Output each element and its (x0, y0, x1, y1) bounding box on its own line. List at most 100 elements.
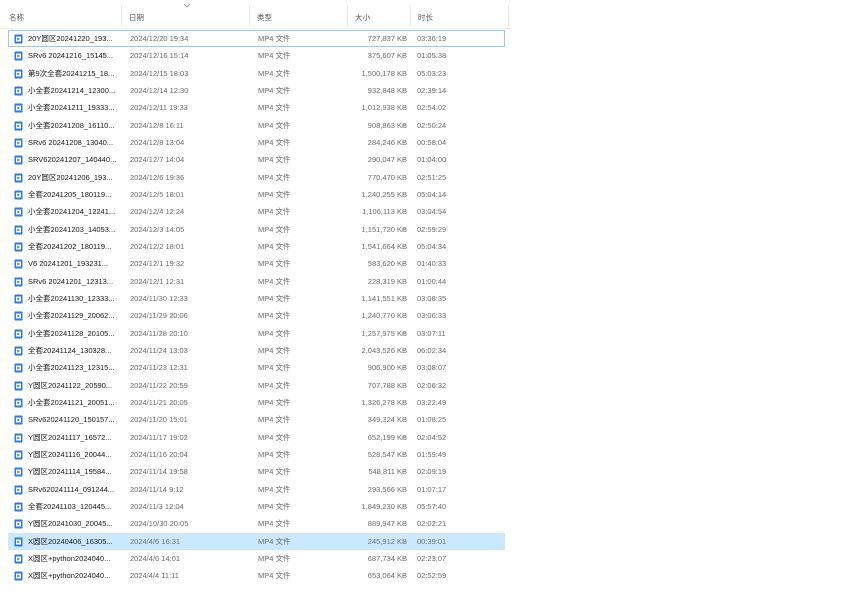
file-name: 小全套20241129_20062... (28, 311, 115, 321)
file-name: 20Y圆区20241220_193... (28, 34, 113, 43)
file-row[interactable]: 小全套20241204_12241... 2024/12/4 12:24 MP4 文… (8, 203, 505, 220)
file-duration: 02:23:07 (417, 553, 447, 563)
file-size: 1,240,770 KB (361, 311, 407, 321)
file-name: Y圆区20241117_16572... (28, 432, 112, 442)
file-row[interactable]: 小全套20241203_14053... 2024/12/3 14:05 MP4 文… (8, 221, 505, 238)
file-size: 770,470 KB (367, 172, 407, 182)
file-row[interactable]: 小全套20241211_19333... 2024/12/11 19:33 MP4 … (8, 99, 505, 116)
column-divider[interactable] (508, 5, 509, 26)
file-row[interactable]: 第9次全套20241215_18... 2024/12/15 18:03 MP4 文… (8, 65, 505, 82)
file-size: 1,240,255 KB (361, 189, 407, 199)
file-duration: 02:02:21 (417, 519, 447, 529)
file-duration: 05:04:34 (417, 241, 447, 251)
column-header-duration[interactable]: 时长 (418, 13, 433, 23)
video-file-icon (14, 207, 23, 217)
column-header-size[interactable]: 大小 (355, 13, 370, 23)
file-name: X圆区+python2024040... (28, 571, 111, 581)
file-row[interactable]: SRv6 20241216_15145... 2024/12/16 15:14 MP… (8, 47, 505, 64)
file-row[interactable]: 全套20241205_180119... 2024/12/5 18:01 MP4 文… (8, 186, 505, 203)
file-row[interactable]: X圆区20240406_16305... 2024/4/6 16:31 MP4 文件… (8, 532, 505, 550)
column-divider[interactable] (249, 5, 250, 26)
file-row[interactable]: SRV620241207_140440... 2024/12/7 14:04 MP4… (8, 151, 505, 168)
file-name: SRv620241114_091244... (28, 484, 115, 494)
file-row[interactable]: 小全套20241121_20051... 2024/11/21 20:05 MP4 … (8, 394, 505, 411)
video-file-icon (14, 155, 23, 165)
file-row[interactable]: 小全套20241130_12333... 2024/11/30 12:33 MP4 … (8, 290, 505, 307)
file-row[interactable]: Y圆区20241116_20044... 2024/11/16 20:04 MP4 … (8, 446, 505, 463)
file-date: 2024/11/21 20:05 (130, 397, 188, 407)
file-size: 228,319 KB (367, 276, 407, 286)
video-file-icon (14, 86, 23, 96)
column-divider[interactable] (121, 5, 122, 26)
file-date: 2024/12/6 19:36 (130, 172, 185, 182)
file-type: MP4 文件 (258, 189, 291, 199)
video-file-icon (14, 398, 23, 408)
video-file-icon (14, 433, 23, 443)
file-name: SRv6 20241216_15145... (28, 51, 114, 61)
file-date: 2024/11/17 19:02 (130, 432, 188, 442)
file-name: Y圆区20241114_19584... (28, 467, 112, 477)
file-row[interactable]: Y圆区20241117_16572... 2024/11/17 19:02 MP4 … (8, 429, 505, 446)
file-row[interactable]: 小全套20241128_20105... 2024/11/28 20:10 MP4 … (8, 325, 505, 342)
file-duration: 05:04:14 (417, 189, 447, 199)
file-row[interactable]: 20Y圆区20241220_193... 2024/12/20 19:34 MP4 … (8, 30, 505, 47)
video-file-icon (14, 519, 23, 529)
video-file-icon (14, 363, 23, 373)
file-name: X圆区20240406_16305... (28, 536, 113, 546)
file-size: 707,788 KB (367, 380, 407, 390)
file-date: 2024/11/30 12:33 (130, 293, 188, 303)
file-type: MP4 文件 (258, 155, 291, 165)
file-row[interactable]: Y圆区20241030_20045... 2024/10/30 20:05 MP4 … (8, 515, 505, 532)
file-name: SRv6 20241201_12313... (28, 276, 114, 286)
file-row[interactable]: SRv6 20241208_13040... 2024/12/8 13:04 MP4… (8, 134, 505, 151)
file-row[interactable]: SRv620241114_091244... 2024/11/14 9:12 MP4… (8, 481, 505, 498)
file-name: SRv620241120_150157... (28, 415, 115, 425)
column-divider[interactable] (347, 5, 348, 26)
file-row[interactable]: SRv6 20241201_12313... 2024/12/1 12:31 MP4… (8, 273, 505, 290)
column-header-type[interactable]: 类型 (257, 13, 272, 23)
file-date: 2024/11/16 20:04 (130, 449, 188, 459)
sort-descending-icon[interactable] (183, 3, 191, 9)
file-size: 1,500,178 KB (361, 68, 407, 78)
video-file-icon (14, 173, 23, 183)
file-row[interactable]: 小全套20241123_12315... 2024/11/23 12:31 MP4 … (8, 359, 505, 376)
file-type: MP4 文件 (258, 449, 291, 459)
file-name: 小全套20241211_19333... (28, 103, 115, 113)
file-row[interactable]: Y圆区20241114_19584... 2024/11/14 19:58 MP4 … (8, 463, 505, 480)
video-file-icon (14, 485, 23, 495)
file-name: 20Y圆区20241206_193... (28, 172, 113, 182)
file-type: MP4 文件 (258, 120, 291, 130)
file-duration: 03:04:54 (417, 207, 447, 217)
file-size: 284,246 KB (367, 137, 407, 147)
file-row[interactable]: Y圆区20241122_20590... 2024/11/22 20:59 MP4 … (8, 377, 505, 394)
file-date: 2024/12/8 13:04 (130, 137, 185, 147)
file-row[interactable]: 全套20241202_180119... 2024/12/2 18:01 MP4 文… (8, 238, 505, 255)
file-size: 293,566 KB (367, 484, 407, 494)
file-name: 小全套20241214_12300... (28, 85, 116, 95)
file-duration: 02:06:32 (417, 380, 447, 390)
file-size: 1,541,664 KB (361, 241, 407, 251)
column-header-date[interactable]: 日期 (129, 13, 144, 23)
file-row[interactable]: X圆区+python2024040... 2024/4/4 11:11 MP4 文件… (8, 567, 505, 584)
file-row[interactable]: 小全套20241214_12300... 2024/12/14 12:30 MP4 … (8, 82, 505, 99)
file-duration: 00:39:01 (417, 536, 447, 546)
column-header-name[interactable]: 名称 (9, 13, 24, 23)
file-row[interactable]: 小全套20241208_16110... 2024/12/8 16:11 MP4 文… (8, 117, 505, 134)
file-type: MP4 文件 (258, 467, 291, 477)
file-row[interactable]: 小全套20241129_20062... 2024/11/29 20:06 MP4 … (8, 307, 505, 324)
file-row[interactable]: X圆区+python2024040... 2024/4/6 14:01 MP4 文件… (8, 550, 505, 567)
file-duration: 01:08:25 (417, 415, 447, 425)
file-duration: 01:07:17 (417, 484, 447, 494)
file-row[interactable]: V6 20241201_193231... 2024/12/1 19:32 MP4 … (8, 255, 505, 272)
vertical-scrollbar[interactable] (860, 0, 866, 595)
file-size: 653,064 KB (367, 571, 407, 581)
file-row[interactable]: 20Y圆区20241206_193... 2024/12/6 19:36 MP4 文… (8, 169, 505, 186)
file-size: 548,811 KB (368, 467, 407, 477)
file-row[interactable]: SRv620241120_150157... 2024/11/20 15:01 MP… (8, 411, 505, 428)
file-row[interactable]: 全套20241124_130328... 2024/11/24 13:03 MP4 … (8, 342, 505, 359)
file-type: MP4 文件 (258, 328, 291, 338)
file-duration: 02:51:25 (417, 172, 447, 182)
file-row[interactable]: 全套20241103_120445... 2024/11/3 12:04 MP4 文… (8, 498, 505, 515)
video-file-icon (14, 51, 23, 61)
column-divider[interactable] (410, 5, 411, 26)
